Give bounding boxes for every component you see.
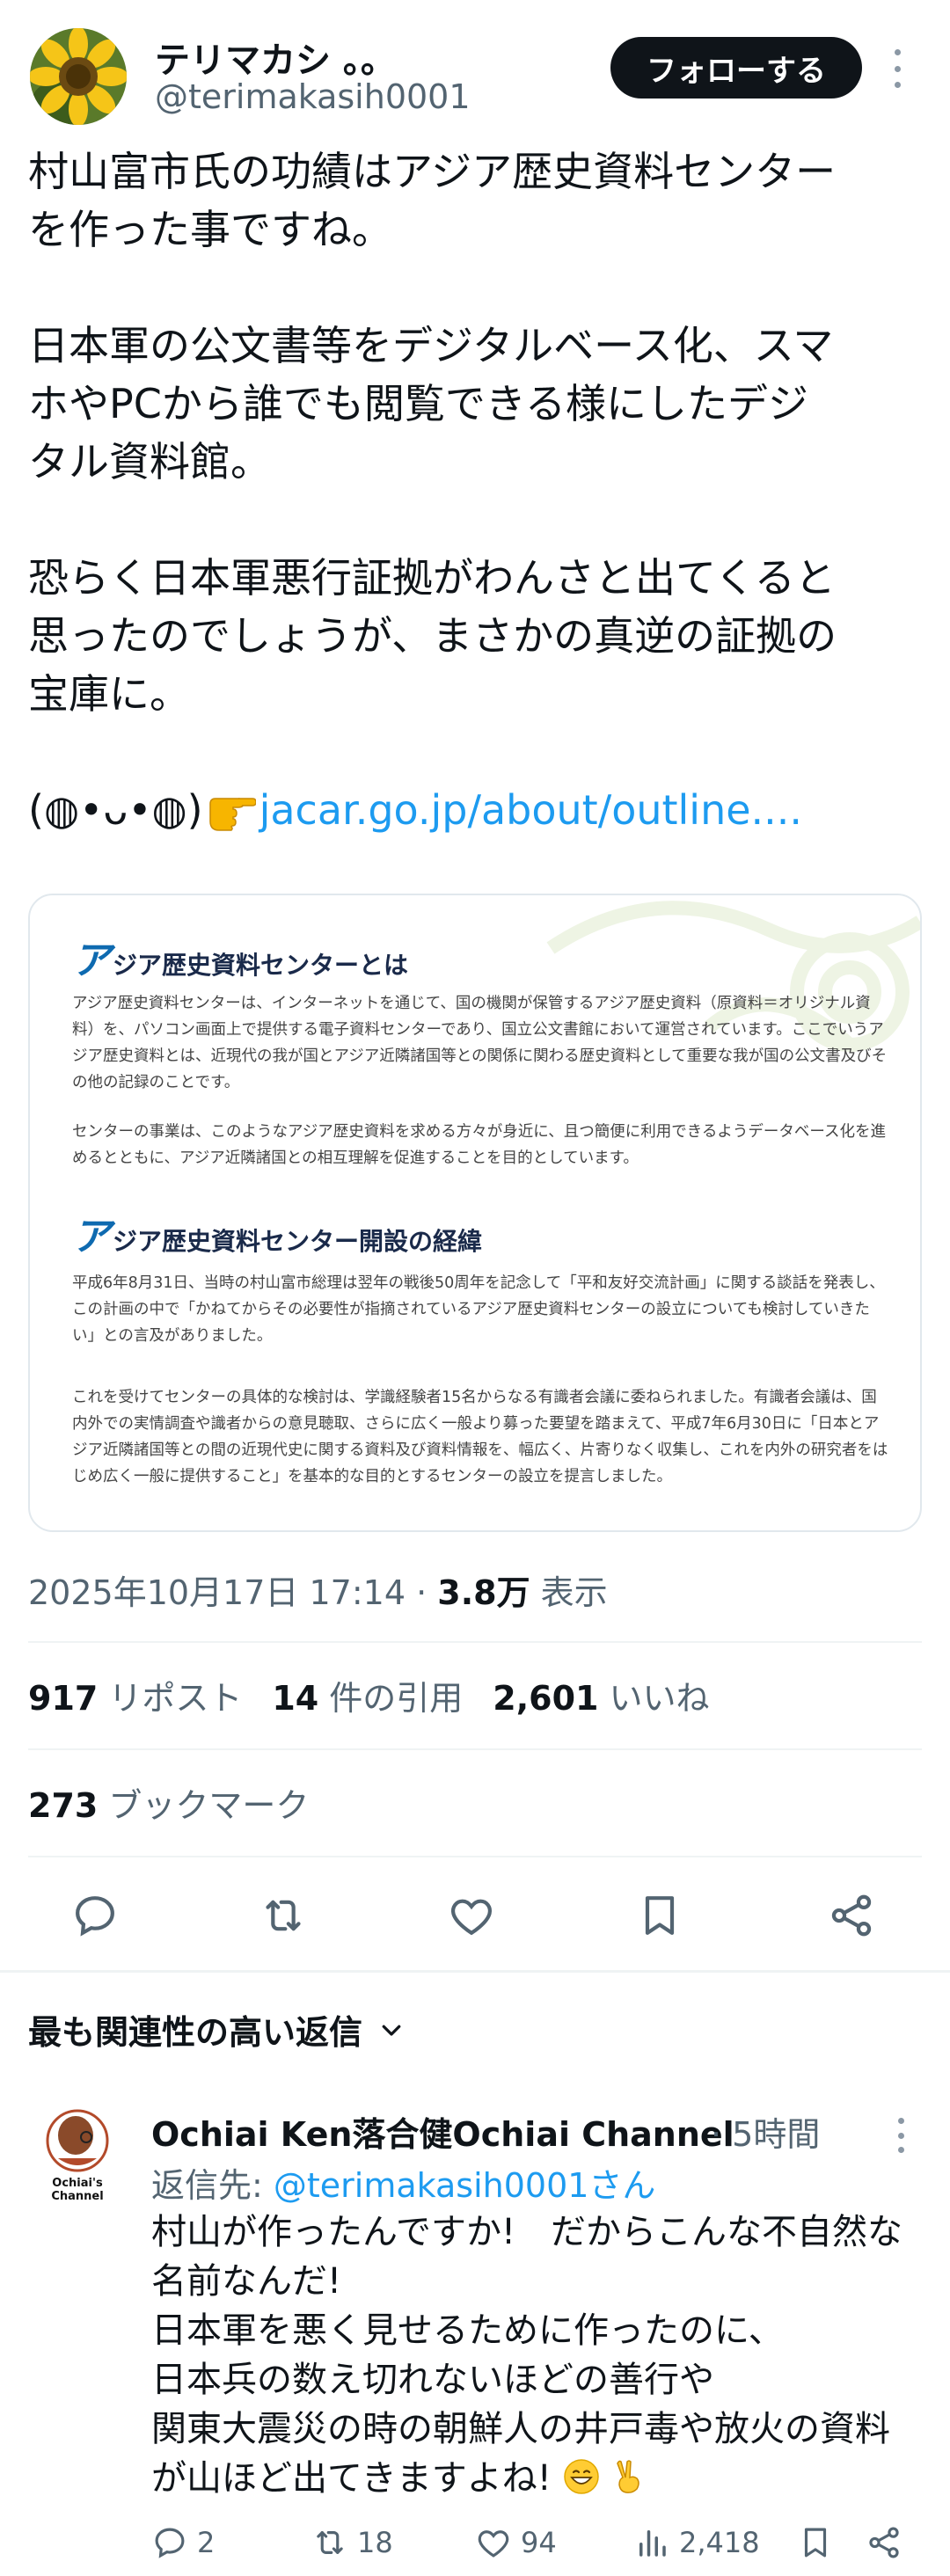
quotes-stat[interactable]: 14 件の引用	[272, 1671, 463, 1719]
reply-share-button[interactable]	[866, 2521, 902, 2565]
views-chart-icon	[639, 2530, 666, 2557]
tweet-paragraph: 恐らく日本軍悪行証拠がわんさと出てくると 思ったのでしょうが、まさかの真逆の証拠…	[28, 554, 837, 718]
avatar[interactable]: Ochiai's Channel	[35, 2105, 120, 2202]
reply-author-name[interactable]: Ochiai Ken落合健Ochiai Channel	[151, 2107, 734, 2156]
victory-hand-icon	[617, 2460, 640, 2493]
reply-icon[interactable]	[70, 1891, 120, 1940]
like-icon[interactable]	[447, 1891, 496, 1940]
reply-like-button[interactable]: 94	[475, 2521, 557, 2565]
tweet-paragraph: 村山富市氏の功績はアジア歴史資料センター を作った事ですね。	[28, 148, 837, 253]
reply-to-line: 返信先: @terimakasih0001さん	[151, 2166, 656, 2205]
reply-reposts-count: 18	[357, 2526, 393, 2559]
reply-line: 日本兵の数え切れないほどの善行や	[151, 2360, 714, 2400]
share-icon	[869, 2527, 899, 2558]
card-section-title: ア ジア歴史資料センターとは	[72, 938, 409, 983]
reply-line: 村山が作ったんですか! だからこんな不自然な	[151, 2212, 903, 2252]
reply-icon	[155, 2528, 185, 2558]
reply-line: 名前なんだ!	[151, 2261, 342, 2302]
reply-likes-count: 94	[521, 2526, 557, 2559]
reply-replies-count: 2	[197, 2526, 216, 2559]
tweet-meta: 2025年10月17日 17:14 · 3.8万 表示	[28, 1565, 608, 1614]
share-icon[interactable]	[827, 1891, 876, 1940]
divider	[28, 1748, 922, 1750]
bookmark-icon[interactable]	[635, 1891, 684, 1940]
engagement-stats: 917 リポスト 14 件の引用 2,601 いいね	[28, 1671, 709, 1719]
bookmark-icon	[804, 2528, 827, 2558]
bookmarks-stat[interactable]: 273 ブックマーク	[28, 1778, 309, 1827]
svg-text:Channel: Channel	[51, 2190, 103, 2202]
sunflower-avatar-icon	[30, 28, 127, 125]
more-options-icon[interactable]	[895, 2118, 906, 2153]
views-count: 3.8万	[437, 1573, 530, 1612]
reply-text: 村山が作ったんですか! だからこんな不自然な 名前なんだ! 日本軍を悪く見せるた…	[151, 2207, 925, 2503]
tweet-link[interactable]: jacar.go.jp/about/outline....	[259, 781, 802, 839]
kaomoji: (◍•ᴗ•◍)	[28, 786, 203, 834]
card-paragraph: 平成6年8月31日、当時の村山富市総理は翌年の戦後50周年を記念して「平和友好交…	[72, 1274, 885, 1345]
section-divider	[0, 1970, 950, 1973]
author-name[interactable]: テリマカシ 。。	[155, 32, 396, 83]
tweet-paragraph: 日本軍の公文書等をデジタルベース化、スマ ホやPCから誰でも閲覧できる様にしたデ…	[28, 322, 834, 485]
reply-reply-button[interactable]: 2	[151, 2521, 215, 2565]
timestamp[interactable]: 2025年10月17日 17:14 ·	[28, 1573, 437, 1612]
card-paragraph: これを受けてセンターの具体的な検討は、学識経験者15名からなる有識者会議に委ねら…	[72, 1389, 888, 1485]
grinning-face-icon	[563, 2459, 599, 2494]
bookmark-stats: 273 ブックマーク	[28, 1778, 309, 1827]
likes-stat[interactable]: 2,601 いいね	[493, 1671, 709, 1719]
replies-sort-dropdown[interactable]: 最も関連性の高い返信	[28, 2005, 405, 2054]
reply-last-line: が山ほど出てきますよね!	[151, 2454, 925, 2503]
chevron-down-icon	[382, 2025, 401, 2036]
more-options-icon[interactable]	[892, 49, 902, 88]
follow-button[interactable]: フォローする	[610, 37, 862, 99]
card-section-title: ア ジア歴史資料センター開設の経緯	[72, 1215, 483, 1259]
card-paragraph: アジア歴史資料センターは、インターネットを通じて、国の機関が保管するアジア歴史資…	[72, 995, 888, 1091]
reposts-stat[interactable]: 917 リポスト	[28, 1671, 242, 1719]
reply-repost-button[interactable]: 18	[311, 2521, 393, 2565]
views-label: 表示	[530, 1573, 608, 1612]
tweet-text: 村山富市氏の功績はアジア歴史資料センター を作った事ですね。 日本軍の公文書等を…	[28, 142, 925, 839]
reply-views-button[interactable]: 2,418	[633, 2521, 760, 2565]
reply-time[interactable]: · 5時間	[711, 2107, 820, 2156]
author-handle[interactable]: @terimakasih0001	[155, 77, 471, 116]
repost-icon	[317, 2531, 343, 2554]
replies-heading: 最も関連性の高い返信	[28, 2013, 363, 2052]
divider	[28, 1856, 922, 1857]
divider	[28, 1641, 922, 1643]
avatar[interactable]	[30, 28, 127, 125]
reply-views-count: 2,418	[679, 2526, 760, 2559]
reply-to-mention[interactable]: @terimakasih0001さん	[274, 2166, 656, 2205]
svg-text:Ochiai's: Ochiai's	[52, 2177, 103, 2190]
reply-line: 関東大震災の時の朝鮮人の井戸毒や放火の資料	[151, 2409, 890, 2449]
reply-bookmark-button[interactable]	[797, 2521, 834, 2565]
card-paragraph: センターの事業は、このようなアジア歴史資料を求める方々が身近に、且つ簡便に利用で…	[72, 1123, 887, 1167]
tweet-link-line: (◍•ᴗ•◍) jacar.go.jp/about/outline....	[28, 781, 925, 839]
reply-line: 日本軍を悪く見せるために作ったのに、	[151, 2310, 784, 2351]
pointing-hand-icon	[208, 798, 256, 831]
repost-icon[interactable]	[259, 1891, 308, 1940]
like-icon	[478, 2530, 509, 2558]
embedded-image-card[interactable]: ア ジア歴史資料センターとは アジア歴史資料センターは、インターネットを通じて、…	[28, 894, 922, 1532]
